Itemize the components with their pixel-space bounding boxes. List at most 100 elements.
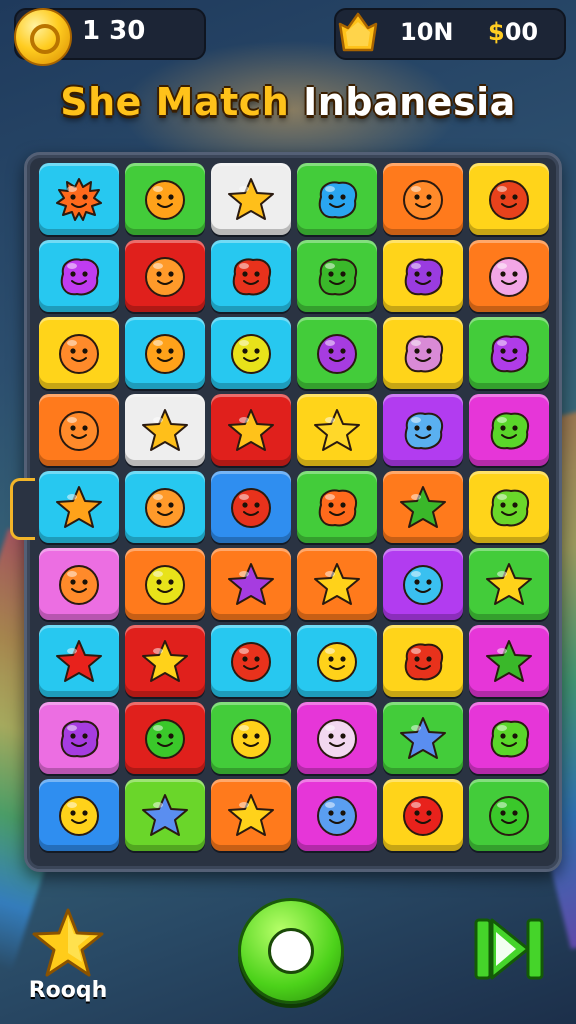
tile[interactable] [297, 625, 377, 697]
tile[interactable] [39, 548, 119, 620]
tile[interactable] [297, 394, 377, 466]
orange-bear-icon [145, 488, 185, 528]
tile[interactable] [39, 317, 119, 389]
tile[interactable] [125, 240, 205, 312]
tile[interactable] [211, 394, 291, 466]
pink-bunny-icon [489, 257, 529, 297]
skip-forward-icon[interactable] [470, 912, 550, 986]
tile[interactable] [39, 779, 119, 851]
tile[interactable] [383, 548, 463, 620]
tile[interactable] [39, 240, 119, 312]
coin-count: 1 30 [82, 16, 146, 46]
tile[interactable] [469, 702, 549, 774]
tile[interactable] [383, 625, 463, 697]
tile[interactable] [211, 471, 291, 543]
blue-star-icon [142, 794, 188, 836]
tile[interactable] [469, 163, 549, 235]
red-bear-icon [231, 642, 271, 682]
yellow-star-icon [228, 409, 274, 451]
lives-count: 10N [400, 18, 454, 46]
tile[interactable] [297, 163, 377, 235]
tile[interactable] [125, 779, 205, 851]
tile[interactable] [297, 779, 377, 851]
yellow-bear-icon [317, 642, 357, 682]
tile[interactable] [211, 702, 291, 774]
tile[interactable] [125, 163, 205, 235]
tile[interactable] [297, 702, 377, 774]
orange-smiley-icon [145, 334, 185, 374]
green-leaf-icon [490, 412, 529, 450]
tile[interactable] [383, 163, 463, 235]
tile[interactable] [469, 548, 549, 620]
green-bush-icon [318, 258, 357, 296]
tile[interactable] [469, 240, 549, 312]
tile[interactable] [297, 317, 377, 389]
star-button-label: Rooqh [28, 978, 108, 1003]
tile[interactable] [469, 625, 549, 697]
coin-counter: 1 30 [14, 8, 206, 66]
tile[interactable] [469, 471, 549, 543]
tile[interactable] [469, 317, 549, 389]
tile[interactable] [469, 779, 549, 851]
blue-berry-icon [317, 796, 357, 836]
green-card-icon [490, 720, 529, 758]
tile[interactable] [125, 471, 205, 543]
tile[interactable] [125, 394, 205, 466]
tile[interactable] [383, 471, 463, 543]
green-cactus-icon [490, 489, 529, 527]
layered-star-icon [142, 409, 188, 451]
title-part-1: She Match [60, 80, 290, 124]
yellow-ring-icon [231, 719, 271, 759]
tile[interactable] [39, 471, 119, 543]
tile[interactable] [297, 240, 377, 312]
tile[interactable] [39, 625, 119, 697]
coin-icon [14, 8, 72, 66]
yellow-star-icon [486, 563, 532, 605]
orange-bear-icon [59, 411, 99, 451]
tile[interactable] [383, 779, 463, 851]
yellow-bear-icon [59, 796, 99, 836]
yellow-star-icon [314, 409, 360, 451]
tile[interactable] [211, 548, 291, 620]
purple-ball-icon [317, 334, 357, 374]
red-bear-icon [231, 488, 271, 528]
tile[interactable] [39, 163, 119, 235]
tile[interactable] [211, 779, 291, 851]
tile[interactable] [211, 163, 291, 235]
cash-digits: 00 [504, 18, 539, 46]
tile[interactable] [469, 394, 549, 466]
star-button[interactable] [30, 906, 106, 980]
tile[interactable] [383, 240, 463, 312]
tile[interactable] [297, 471, 377, 543]
tile[interactable] [125, 702, 205, 774]
orange-bear-icon [59, 334, 99, 374]
layered-star-icon [56, 486, 102, 528]
tile[interactable] [383, 317, 463, 389]
yellow-cat-icon [231, 334, 271, 374]
red-crab-icon [489, 180, 529, 220]
currency-symbol: $ [488, 18, 505, 46]
tile[interactable] [383, 394, 463, 466]
tile[interactable] [39, 702, 119, 774]
tile[interactable] [125, 317, 205, 389]
tile[interactable] [39, 394, 119, 466]
purple-star-icon [228, 563, 274, 605]
tile[interactable] [125, 548, 205, 620]
purple-blob-icon [490, 335, 529, 373]
tile[interactable] [211, 317, 291, 389]
tile[interactable] [383, 702, 463, 774]
game-board [24, 152, 562, 872]
white-bear-icon [317, 719, 357, 759]
play-button[interactable] [238, 898, 344, 1004]
tile[interactable] [211, 625, 291, 697]
purple-box-icon [60, 720, 99, 758]
yellow-star-icon [142, 640, 188, 682]
shield-icon [338, 12, 378, 52]
orange-smiley-icon [145, 180, 185, 220]
game-title: She Match Inbanesia [0, 80, 576, 124]
tile[interactable] [125, 625, 205, 697]
side-drawer-handle[interactable] [10, 478, 35, 540]
tile[interactable] [211, 240, 291, 312]
tile[interactable] [297, 548, 377, 620]
cash-count: $00 [488, 18, 538, 46]
